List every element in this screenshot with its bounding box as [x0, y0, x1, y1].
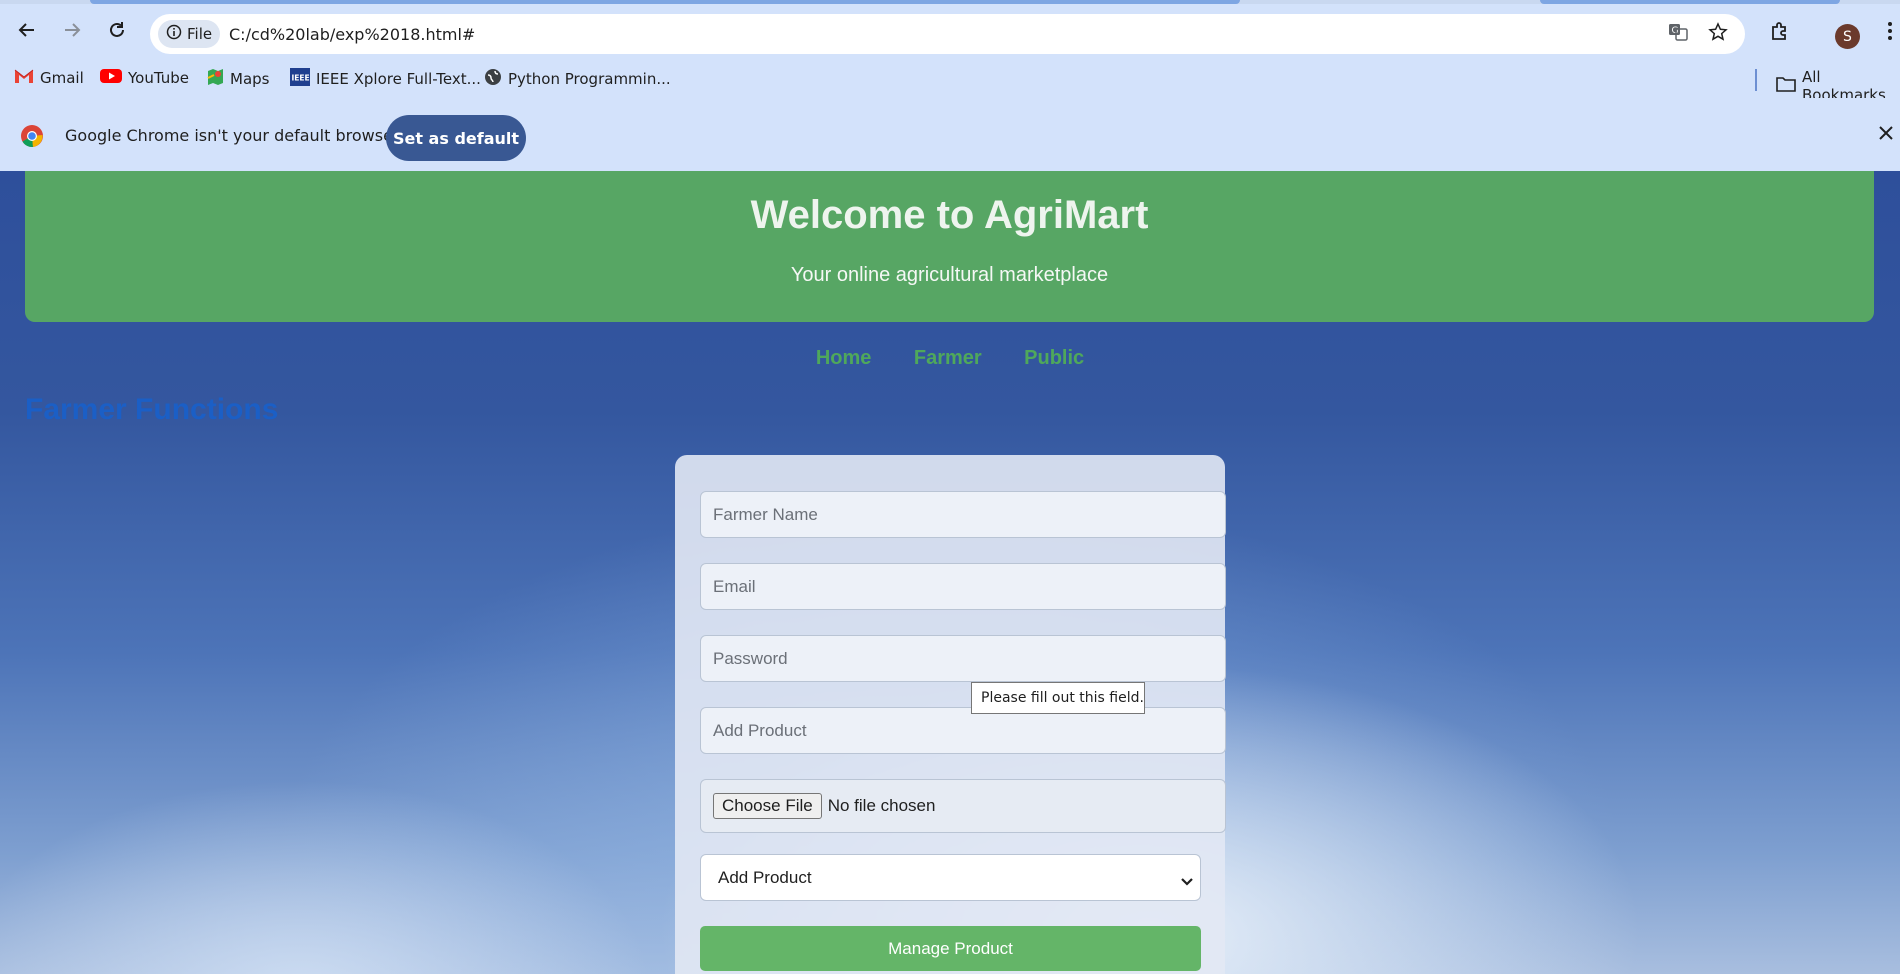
add-product-input[interactable] — [700, 707, 1226, 754]
folder-icon — [1776, 76, 1796, 96]
close-icon — [1879, 125, 1893, 145]
globe-icon — [484, 68, 502, 90]
default-browser-infobar: Google Chrome isn't your default browser… — [0, 98, 1900, 171]
url-text[interactable]: C:/cd%20lab/exp%2018.html# — [229, 25, 475, 44]
file-upload-field: Choose File No file chosen — [700, 779, 1226, 833]
address-bar[interactable]: File C:/cd%20lab/exp%2018.html# G — [150, 14, 1745, 54]
extensions-button[interactable] — [1767, 20, 1793, 46]
bookmark-youtube[interactable]: YouTube — [100, 68, 189, 88]
section-title: Farmer Functions — [25, 393, 279, 426]
chrome-logo-icon — [20, 124, 44, 153]
validation-tooltip: Please fill out this field. — [971, 682, 1145, 714]
bookmarks-bar: Gmail YouTube Maps IEEE IEEE Xplore Full… — [0, 62, 1900, 104]
maps-icon — [206, 68, 224, 90]
bookmark-label: Python Programmin... — [508, 70, 671, 88]
infobar-message: Google Chrome isn't your default browser — [65, 126, 400, 145]
bookmarks-separator — [1755, 69, 1757, 91]
youtube-icon — [100, 68, 122, 88]
bookmark-maps[interactable]: Maps — [206, 68, 269, 90]
translate-icon: G — [1667, 21, 1689, 48]
site-title: Welcome to AgriMart — [750, 193, 1149, 237]
ieee-icon: IEEE — [290, 68, 310, 90]
nav-home-link[interactable]: Home — [816, 347, 872, 370]
product-action-select[interactable]: Add Product — [700, 854, 1201, 901]
menu-button[interactable] — [1880, 20, 1900, 46]
bookmark-label: IEEE Xplore Full-Text... — [316, 70, 481, 88]
bookmark-ieee[interactable]: IEEE IEEE Xplore Full-Text... — [290, 68, 481, 90]
infobar-close-button[interactable] — [1876, 125, 1896, 145]
more-vertical-icon — [1887, 21, 1893, 46]
bookmark-star-button[interactable] — [1707, 21, 1729, 47]
forward-arrow-icon — [62, 20, 82, 45]
profile-avatar[interactable]: S — [1835, 24, 1860, 49]
star-icon — [1708, 21, 1728, 47]
farmer-name-input[interactable] — [700, 491, 1226, 538]
chevron-down-icon — [1180, 872, 1194, 892]
nav-farmer-link[interactable]: Farmer — [914, 347, 982, 370]
bookmark-python[interactable]: Python Programmin... — [484, 68, 671, 90]
nav-public-link[interactable]: Public — [1024, 347, 1084, 370]
site-header: Welcome to AgriMart Your online agricult… — [25, 171, 1874, 322]
bookmark-label: Gmail — [40, 69, 84, 87]
bookmark-gmail[interactable]: Gmail — [14, 68, 84, 88]
main-nav: Home Farmer Public — [0, 347, 1900, 370]
browser-toolbar: File C:/cd%20lab/exp%2018.html# G S — [0, 4, 1900, 62]
choose-file-button[interactable]: Choose File — [713, 793, 822, 819]
set-as-default-button[interactable]: Set as default — [386, 115, 526, 161]
site-info-chip[interactable]: File — [158, 20, 220, 48]
info-icon — [166, 24, 182, 44]
translate-button[interactable]: G — [1667, 23, 1689, 45]
reload-icon — [107, 20, 127, 45]
forward-button[interactable] — [59, 19, 85, 45]
email-input[interactable] — [700, 563, 1226, 610]
site-subtitle: Your online agricultural marketplace — [790, 264, 1109, 286]
page-viewport: Welcome to AgriMart Your online agricult… — [0, 171, 1900, 974]
bookmark-label: YouTube — [128, 69, 189, 87]
reload-button[interactable] — [104, 19, 130, 45]
password-input[interactable] — [700, 635, 1226, 682]
select-value: Add Product — [718, 867, 812, 887]
gmail-icon — [14, 68, 34, 88]
bookmark-label: Maps — [230, 70, 270, 88]
site-info-label: File — [187, 25, 213, 43]
puzzle-icon — [1769, 20, 1791, 47]
back-button[interactable] — [14, 19, 40, 45]
manage-product-button[interactable]: Manage Product — [700, 926, 1201, 971]
farmer-form: Choose File No file chosen Add Product M… — [675, 455, 1226, 974]
svg-text:G: G — [1672, 26, 1679, 36]
back-arrow-icon — [17, 20, 37, 45]
file-status-text: No file chosen — [827, 796, 936, 815]
svg-text:IEEE: IEEE — [292, 74, 310, 83]
